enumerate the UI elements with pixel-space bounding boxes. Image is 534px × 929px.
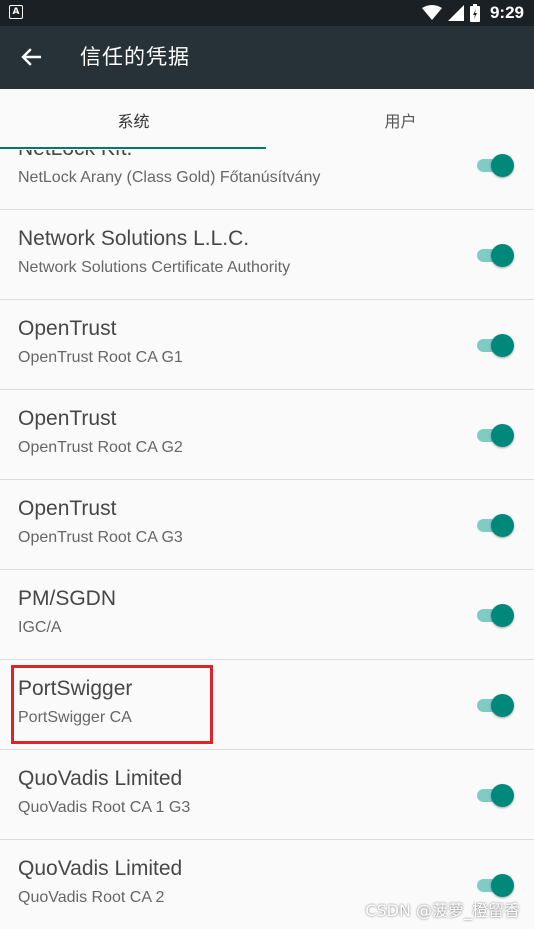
certificate-toggle[interactable] (477, 604, 514, 627)
list-item[interactable]: OpenTrust OpenTrust Root CA G2 (0, 390, 534, 480)
switch-thumb (491, 874, 514, 897)
watermark: CSDN @菠萝_橙留香 (365, 901, 520, 920)
switch-thumb (491, 334, 514, 357)
arrow-back-icon (21, 48, 41, 66)
switch-thumb (491, 514, 514, 537)
certificate-title: PortSwigger (18, 677, 133, 700)
list-item[interactable]: PM/SGDN IGC/A (0, 570, 534, 660)
certificate-toggle[interactable] (477, 784, 514, 807)
certificate-toggle[interactable] (477, 154, 514, 177)
tab-bar: 系统 用户 (0, 89, 534, 150)
certificate-subtitle: OpenTrust Root CA G2 (18, 439, 183, 456)
certificate-subtitle: OpenTrust Root CA G1 (18, 349, 183, 366)
certificate-title: NetLock Kft. (18, 150, 132, 161)
certificate-toggle[interactable] (477, 694, 514, 717)
app-bar: 信任的凭据 (0, 26, 534, 89)
certificate-subtitle: IGC/A (18, 619, 62, 636)
cellular-signal-icon (447, 5, 464, 21)
switch-thumb (491, 424, 514, 447)
certificate-list: NetLock Kft. NetLock Arany (Class Gold) … (0, 150, 534, 929)
battery-icon (469, 4, 480, 22)
certificate-subtitle: QuoVadis Root CA 1 G3 (18, 799, 191, 816)
tab-system[interactable]: 系统 (0, 89, 267, 150)
certificate-title: PM/SGDN (18, 587, 117, 610)
app-notification-icon: A (9, 5, 23, 19)
status-bar: A 9:29 (0, 0, 534, 26)
switch-thumb (491, 154, 514, 177)
list-item[interactable]: OpenTrust OpenTrust Root CA G3 (0, 480, 534, 570)
certificate-toggle[interactable] (477, 424, 514, 447)
tab-user[interactable]: 用户 (267, 89, 534, 150)
list-item[interactable]: Network Solutions L.L.C. Network Solutio… (0, 210, 534, 300)
switch-thumb (491, 604, 514, 627)
certificate-subtitle: Network Solutions Certificate Authority (18, 259, 291, 276)
wifi-icon (421, 5, 442, 20)
certificate-title: QuoVadis Limited (18, 857, 183, 880)
certificate-subtitle: OpenTrust Root CA G3 (18, 529, 183, 546)
certificate-title: QuoVadis Limited (18, 767, 183, 790)
certificate-subtitle: QuoVadis Root CA 2 (18, 889, 165, 906)
certificate-toggle[interactable] (477, 514, 514, 537)
list-item[interactable]: NetLock Kft. NetLock Arany (Class Gold) … (0, 150, 534, 210)
certificate-title: Network Solutions L.L.C. (18, 227, 250, 250)
back-button[interactable] (14, 40, 48, 74)
tab-indicator (0, 147, 266, 149)
status-icons: 9:29 (421, 3, 524, 23)
certificate-subtitle: PortSwigger CA (18, 709, 132, 726)
certificate-title: OpenTrust (18, 497, 117, 520)
list-item[interactable]: PortSwigger PortSwigger CA (0, 660, 534, 750)
list-item[interactable]: QuoVadis Limited QuoVadis Root CA 1 G3 (0, 750, 534, 840)
certificate-toggle[interactable] (477, 334, 514, 357)
list-item[interactable]: OpenTrust OpenTrust Root CA G1 (0, 300, 534, 390)
clock: 9:29 (489, 3, 524, 22)
certificate-toggle[interactable] (477, 874, 514, 897)
certificate-title: OpenTrust (18, 317, 117, 340)
switch-thumb (491, 694, 514, 717)
certificate-toggle[interactable] (477, 244, 514, 267)
switch-thumb (491, 784, 514, 807)
switch-thumb (491, 244, 514, 267)
page-title: 信任的凭据 (80, 45, 190, 69)
certificate-title: OpenTrust (18, 407, 117, 430)
certificate-subtitle: NetLock Arany (Class Gold) Főtanúsítvány (18, 169, 321, 186)
